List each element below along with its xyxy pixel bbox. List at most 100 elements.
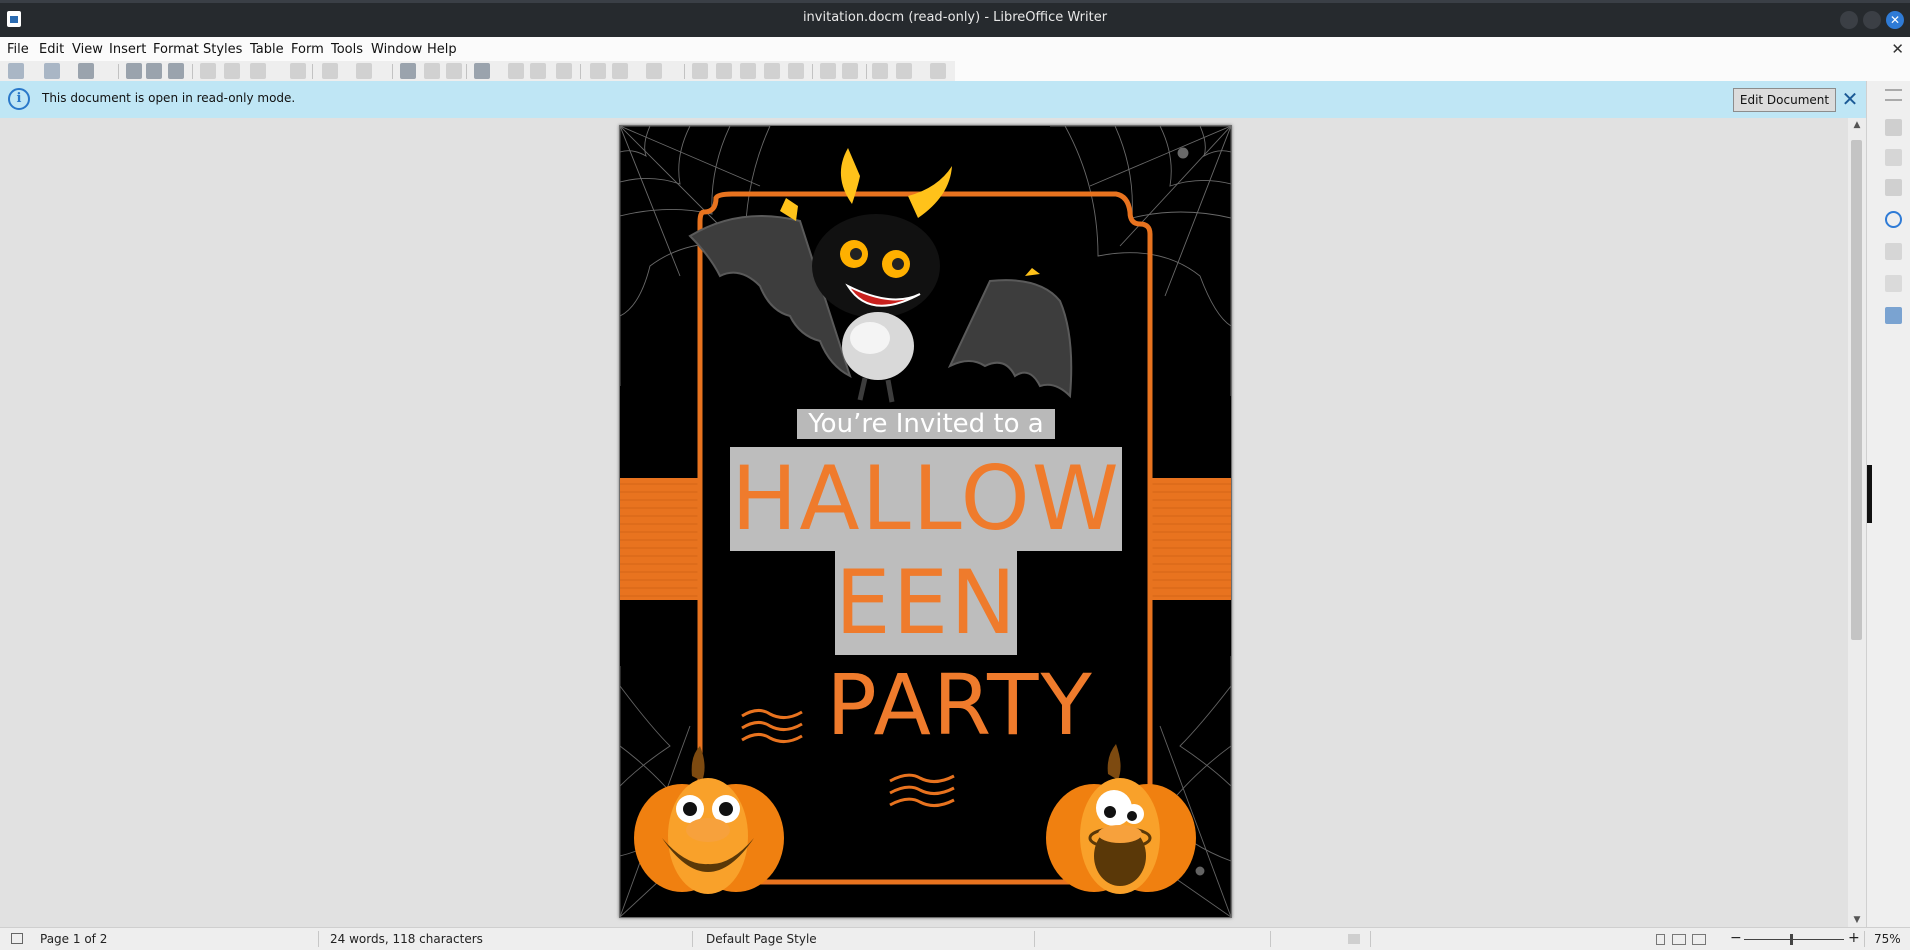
insert-endnote-icon[interactable] — [740, 63, 756, 79]
invitation-line-4[interactable]: PARTY — [820, 660, 1100, 750]
gallery-icon[interactable] — [1885, 179, 1902, 196]
pumpkin-left — [634, 746, 784, 894]
invitation-line-3[interactable]: EEN — [835, 551, 1017, 655]
zoom-out-icon[interactable]: − — [1730, 930, 1742, 946]
menu-file[interactable]: File — [7, 42, 29, 57]
book-view-icon[interactable] — [1692, 934, 1706, 945]
menu-form[interactable]: Form — [291, 42, 324, 57]
find-replace-icon[interactable] — [400, 63, 416, 79]
close-infobar-icon[interactable]: ✕ — [1839, 87, 1861, 111]
redo-icon[interactable] — [356, 63, 372, 79]
insert-special-character-icon[interactable] — [646, 63, 662, 79]
export-pdf-icon[interactable] — [126, 63, 142, 79]
insert-field-icon[interactable] — [612, 63, 628, 79]
selection-mode-icon[interactable] — [1348, 934, 1360, 944]
invitation-line-1-highlight: You’re Invited to a — [797, 409, 1055, 439]
insert-chart-icon[interactable] — [530, 63, 546, 79]
page-style[interactable]: Default Page Style — [706, 932, 817, 946]
menu-table[interactable]: Table — [250, 42, 284, 57]
insert-line-icon[interactable] — [872, 63, 888, 79]
word-count[interactable]: 24 words, 118 characters — [330, 932, 483, 946]
toolbar-separator — [812, 64, 813, 79]
menu-edit[interactable]: Edit — [39, 42, 64, 57]
maximize-button[interactable] — [1863, 11, 1881, 29]
close-document-icon[interactable]: ✕ — [1891, 40, 1904, 58]
menu-insert[interactable]: Insert — [109, 42, 146, 57]
menu-bar: File Edit View Insert Format Styles Tabl… — [0, 37, 1910, 61]
insert-text-box-icon[interactable] — [556, 63, 572, 79]
insert-table-icon[interactable] — [474, 63, 490, 79]
invitation-line-2[interactable]: HALLOW — [730, 447, 1122, 551]
zoom-in-icon[interactable]: + — [1848, 930, 1860, 946]
basic-shapes-icon[interactable] — [896, 63, 912, 79]
open-icon[interactable] — [44, 63, 60, 79]
zoom-slider[interactable] — [1744, 939, 1844, 940]
menu-tools[interactable]: Tools — [331, 42, 363, 57]
menu-styles[interactable]: Styles — [203, 42, 242, 57]
styles-icon[interactable] — [1885, 149, 1902, 166]
scroll-up-icon[interactable]: ▲ — [1848, 119, 1866, 131]
invitation-line-4-box: PARTY — [820, 660, 1100, 750]
menu-format[interactable]: Format — [153, 42, 199, 57]
sidebar-deck — [1866, 81, 1910, 927]
top-panel-strip — [0, 0, 1910, 3]
cut-icon[interactable] — [200, 63, 216, 79]
menu-view[interactable]: View — [72, 42, 103, 57]
page-count[interactable]: Page 1 of 2 — [40, 932, 107, 946]
new-document-icon[interactable] — [8, 63, 24, 79]
sidebar-menu-icon[interactable] — [1885, 89, 1902, 101]
sidebar-collapse-handle[interactable] — [1867, 465, 1872, 523]
vertical-scrollbar[interactable]: ▲ ▼ — [1848, 118, 1866, 927]
print-icon[interactable] — [146, 63, 162, 79]
insert-bookmark-icon[interactable] — [764, 63, 780, 79]
insert-footnote-icon[interactable] — [716, 63, 732, 79]
scrollbar-thumb[interactable] — [1851, 140, 1862, 640]
paste-icon[interactable] — [250, 63, 266, 79]
navigator-icon[interactable] — [1885, 211, 1902, 228]
style-inspector-icon[interactable] — [1885, 275, 1902, 292]
insert-comment-icon[interactable] — [820, 63, 836, 79]
title-bar: invitation.docm (read-only) - LibreOffic… — [0, 0, 1910, 37]
manage-changes-icon[interactable] — [1885, 307, 1902, 324]
close-window-button[interactable]: ✕ — [1886, 11, 1904, 29]
page-icon[interactable] — [1885, 243, 1902, 260]
menu-help[interactable]: Help — [427, 42, 457, 57]
minimize-button[interactable] — [1840, 11, 1858, 29]
print-preview-icon[interactable] — [168, 63, 184, 79]
draw-functions-icon[interactable] — [930, 63, 946, 79]
document-page[interactable]: You’re Invited to a HALLOW EEN PARTY — [619, 125, 1232, 918]
formatting-marks-icon[interactable] — [446, 63, 462, 79]
invitation-line-2-highlight: HALLOW — [730, 447, 1122, 551]
scroll-down-icon[interactable]: ▼ — [1848, 914, 1866, 926]
status-separator — [1370, 931, 1371, 947]
insert-image-icon[interactable] — [508, 63, 524, 79]
status-separator — [1864, 931, 1865, 947]
properties-icon[interactable] — [1885, 119, 1902, 136]
cobweb-top-right — [1050, 126, 1231, 396]
standard-toolbar — [0, 61, 1910, 81]
document-modified-icon[interactable] — [11, 933, 23, 944]
zoom-level[interactable]: 75% — [1874, 932, 1901, 946]
menu-window[interactable]: Window — [371, 42, 422, 57]
undo-icon[interactable] — [322, 63, 338, 79]
insert-cross-reference-icon[interactable] — [788, 63, 804, 79]
copy-icon[interactable] — [224, 63, 240, 79]
read-only-infobar: i This document is open in read-only mod… — [0, 81, 1866, 119]
spelling-icon[interactable] — [424, 63, 440, 79]
toolbar-separator — [192, 64, 193, 79]
orange-band-right — [1150, 478, 1231, 600]
track-changes-icon[interactable] — [842, 63, 858, 79]
infobar-message: This document is open in read-only mode. — [42, 91, 296, 105]
edit-document-button[interactable]: Edit Document — [1733, 88, 1836, 112]
multi-page-view-icon[interactable] — [1672, 934, 1686, 945]
toolbar-separator — [866, 64, 867, 79]
insert-hyperlink-icon[interactable] — [692, 63, 708, 79]
invitation-line-1[interactable]: You’re Invited to a — [797, 409, 1055, 439]
save-icon[interactable] — [78, 63, 94, 79]
zoom-slider-handle[interactable] — [1790, 934, 1793, 945]
window-title: invitation.docm (read-only) - LibreOffic… — [802, 10, 1108, 25]
status-separator — [318, 931, 319, 947]
single-page-view-icon[interactable] — [1656, 934, 1665, 945]
insert-page-break-icon[interactable] — [590, 63, 606, 79]
clone-formatting-icon[interactable] — [290, 63, 306, 79]
